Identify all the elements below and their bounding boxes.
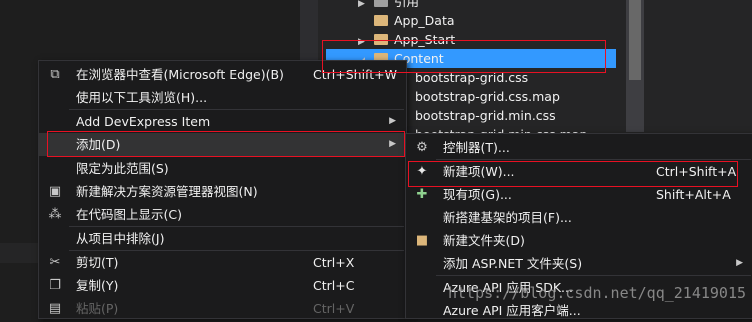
menu-item-scope-to-this[interactable]: 限定为此范围(S) bbox=[39, 157, 406, 180]
browser-icon: ⧉ bbox=[50, 67, 60, 82]
menu-item-view-in-browser[interactable]: ⧉ 在浏览器中查看(Microsoft Edge)(B) Ctrl+Shift+… bbox=[39, 63, 406, 86]
menu-item-show-on-code-map[interactable]: ⁂ 在代码图上显示(C) bbox=[39, 203, 406, 226]
menu-item-exclude-from-project[interactable]: 从项目中排除(J) bbox=[39, 227, 406, 250]
submenu-item-new-folder[interactable]: ■ 新建文件夹(D) bbox=[406, 229, 752, 252]
menu-item-new-explorer-view[interactable]: ▣ 新建解决方案资源管理器视图(N) bbox=[39, 180, 406, 203]
chevron-right-icon: ▶ bbox=[736, 258, 743, 268]
new-item-icon: ✦ bbox=[416, 164, 428, 179]
submenu-item-azure-client[interactable]: Azure API 应用客户端... bbox=[406, 299, 752, 322]
copy-icon: ❐ bbox=[49, 278, 61, 293]
menu-item-copy[interactable]: ❐ 复制(Y) Ctrl+C bbox=[39, 274, 406, 297]
solution-tree: ▶引用 App_Data ▶App_Start ◢Content bbox=[326, 0, 626, 68]
new-folder-icon: ■ bbox=[415, 233, 429, 248]
expander-icon[interactable]: ▶ bbox=[358, 0, 368, 14]
menu-item-browse-with[interactable]: 使用以下工具浏览(H)... bbox=[39, 86, 406, 109]
editor-left-panel bbox=[0, 243, 38, 263]
code-map-icon: ⁂ bbox=[48, 207, 62, 222]
existing-item-icon: ✚ bbox=[416, 187, 428, 202]
submenu-item-new-item[interactable]: ✦ 新建项(W)... Ctrl+Shift+A bbox=[406, 160, 752, 183]
tree-item-references[interactable]: ▶ 引用 bbox=[340, 0, 626, 11]
watermark-text: https://blog.csdn.net/qq_21419015 bbox=[447, 284, 746, 302]
submenu-item-scaffolded[interactable]: 新搭建基架的项目(F)... bbox=[406, 206, 752, 229]
file-item[interactable]: bootstrap-grid.css bbox=[415, 68, 615, 87]
submenu-item-controller[interactable]: ⚙ 控制器(T)... bbox=[406, 136, 752, 159]
submenu-item-aspnet-folder[interactable]: 添加 ASP.NET 文件夹(S) ▶ bbox=[406, 252, 752, 275]
controller-icon: ⚙ bbox=[416, 140, 428, 155]
menu-item-add[interactable]: 添加(D) ▶ bbox=[39, 133, 406, 156]
chevron-right-icon: ▶ bbox=[389, 116, 396, 126]
file-item[interactable]: bootstrap-grid.css.map bbox=[415, 87, 615, 106]
references-icon bbox=[374, 0, 388, 7]
new-view-icon: ▣ bbox=[48, 184, 62, 199]
context-menu: ⧉ 在浏览器中查看(Microsoft Edge)(B) Ctrl+Shift+… bbox=[38, 60, 407, 319]
folder-icon bbox=[374, 34, 388, 45]
scissors-icon: ✂ bbox=[49, 255, 61, 270]
tree-item-app-data[interactable]: App_Data bbox=[340, 11, 626, 30]
folder-icon bbox=[374, 15, 388, 26]
scrollbar-thumb[interactable] bbox=[629, 0, 641, 80]
menu-item-add-devexpress[interactable]: Add DevExpress Item ▶ bbox=[39, 110, 406, 133]
chevron-right-icon: ▶ bbox=[389, 139, 396, 149]
file-item[interactable]: bootstrap-grid.min.css bbox=[415, 106, 615, 125]
editor-scroll-strip bbox=[300, 0, 318, 60]
submenu-item-existing-item[interactable]: ✚ 现有项(G)... Shift+Alt+A bbox=[406, 183, 752, 206]
paste-icon: ▤ bbox=[48, 301, 62, 316]
menu-item-cut[interactable]: ✂ 剪切(T) Ctrl+X bbox=[39, 251, 406, 274]
tree-item-app-start[interactable]: ▶ App_Start bbox=[340, 30, 626, 49]
